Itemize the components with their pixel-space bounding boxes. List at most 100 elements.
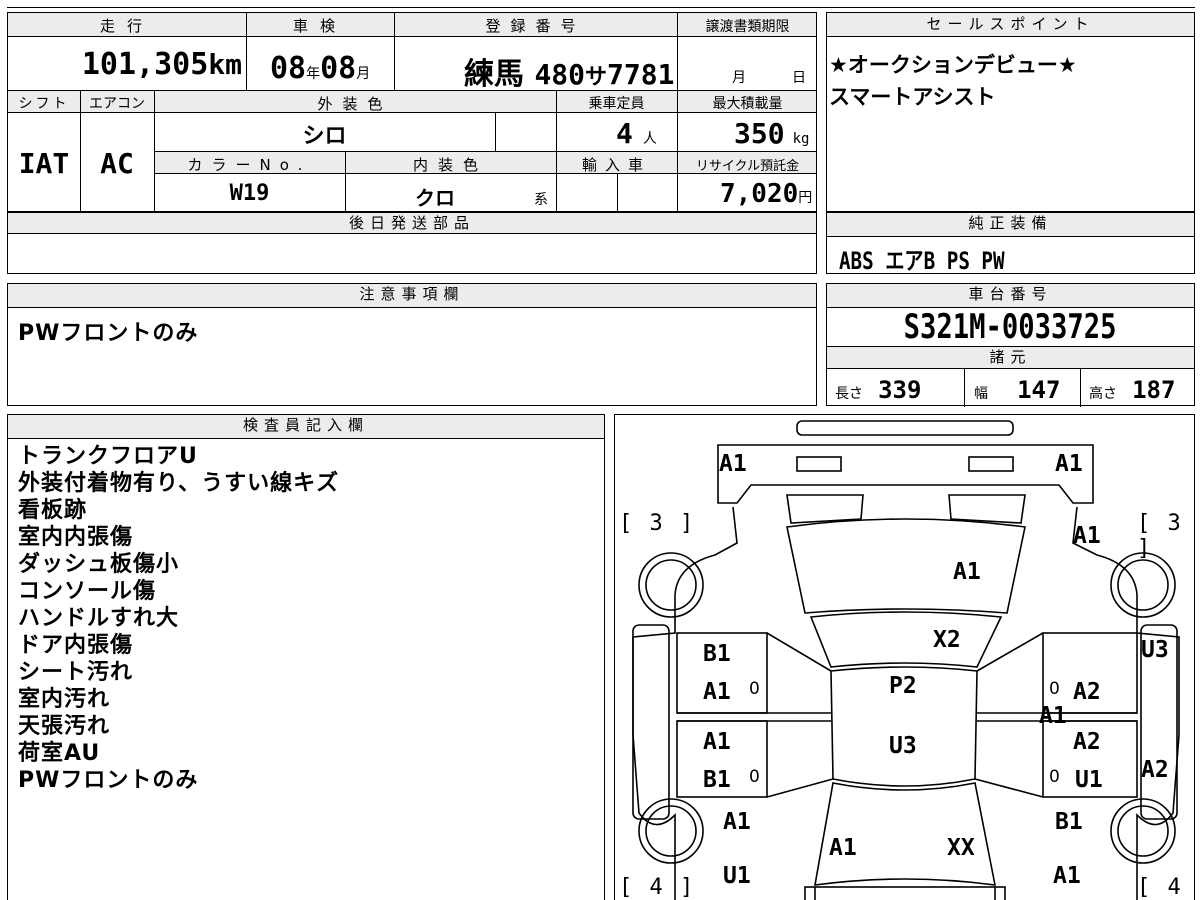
inspector-header: 検査員記入欄 — [8, 415, 604, 439]
damage-mark: A1 — [719, 451, 747, 477]
small-zero-mark: 0 — [749, 679, 760, 699]
mileage-unit: km — [208, 48, 242, 81]
max-load-value: 350 kg — [734, 117, 809, 150]
height-value: 187 — [1132, 376, 1176, 404]
spec-width: 幅 147 — [974, 376, 1060, 404]
spec-height: 高さ 187 — [1089, 376, 1175, 404]
inspector-note: 天張汚れ — [18, 714, 111, 739]
interior-color-header: 内装色 — [412, 156, 488, 174]
reg-area: 練馬 — [464, 57, 524, 92]
inspector-note: 荷室AU — [18, 741, 101, 766]
shift-value: IAT — [18, 147, 70, 180]
damage-mark: U1 — [1075, 767, 1103, 793]
small-zero-mark: 0 — [1049, 679, 1060, 699]
mileage-value: 101,305km — [8, 47, 246, 82]
damage-mark: A1 — [829, 835, 857, 861]
small-zero-mark: 0 — [749, 767, 760, 787]
recycle-fee-value: 7,020円 — [720, 179, 812, 209]
damage-mark: B1 — [1055, 809, 1083, 835]
inspector-note: 室内内張傷 — [18, 525, 134, 550]
chassis-box: 車台番号 S321M-0033725 諸元 長さ 339 幅 147 高さ 18… — [826, 283, 1195, 407]
aircon-value: AC — [100, 147, 134, 180]
recycle-fee-number: 7,020 — [720, 179, 799, 209]
damage-mark: A1 — [723, 809, 751, 835]
equipment-box: 純正装備 ABS エアB PS PW — [826, 212, 1195, 275]
spec-length: 長さ 339 — [835, 376, 921, 404]
registration-header: 登録番号 — [485, 17, 586, 35]
equipment-items: ABS エアB PS PW — [839, 247, 1005, 275]
cut-off-top — [7, 0, 1195, 8]
max-load-number: 350 — [734, 117, 785, 150]
inspection-header: 車検 — [292, 17, 347, 35]
later-parts-box: 後日発送部品 — [7, 212, 817, 274]
mileage-header: 走行 — [99, 17, 154, 35]
car-diagram-box: [ 3 ] [ 3 ] [ 4 ] [ 4 ] A1 A1 A1 A1 X2 B… — [614, 414, 1195, 900]
reg-kana: サ — [585, 65, 608, 90]
damage-mark: U1 — [723, 863, 751, 889]
later-parts-header: 後日発送部品 — [8, 213, 816, 234]
capacity-value: 4人 — [616, 117, 657, 150]
car-info-table: 走行 車検 登録番号 譲渡書類期限 101,305km 08年08月 練馬 48… — [7, 12, 817, 213]
damage-mark: XX — [947, 835, 975, 861]
sales-point-line-2: スマートアシスト — [829, 85, 996, 109]
tire-front-right-label: [ 3 ] — [1137, 511, 1183, 561]
damage-mark: U3 — [889, 733, 917, 759]
width-label: 幅 — [974, 386, 988, 402]
chassis-header: 車台番号 — [827, 284, 1194, 308]
inspector-note: ダッシュ板傷小 — [18, 552, 180, 577]
width-value: 147 — [1017, 376, 1061, 404]
equipment-header: 純正装備 — [827, 213, 1194, 237]
inspector-note: ドア内張傷 — [18, 633, 134, 658]
caution-text: PWフロントのみ — [18, 321, 199, 346]
damage-mark: X2 — [933, 627, 961, 653]
damage-mark: A2 — [1073, 729, 1101, 755]
exterior-color-value: シロ — [302, 124, 347, 149]
damage-mark: A1 — [1053, 863, 1081, 889]
damage-mark: A1 — [703, 679, 731, 705]
tire-rear-right-label: [ 4 ] — [1137, 875, 1183, 900]
transfer-deadline-header: 譲渡書類期限 — [705, 19, 790, 35]
registration-number: 練馬 480サ7781 — [464, 49, 674, 93]
color-no-value: W19 — [229, 181, 270, 206]
capacity-header: 乗車定員 — [588, 96, 645, 112]
capacity-number: 4 — [616, 117, 633, 150]
deadline-month-unit: 月 — [732, 70, 746, 86]
damage-mark: A2 — [1073, 679, 1101, 705]
recycle-fee-unit: 円 — [798, 190, 813, 206]
damage-mark: U3 — [1141, 637, 1169, 663]
small-zero-mark: 0 — [1049, 767, 1060, 787]
damage-mark: A1 — [953, 559, 981, 585]
max-load-unit: kg — [792, 131, 810, 147]
aircon-header: エアコン — [89, 96, 145, 112]
sales-points-header: セールスポイント — [827, 13, 1194, 37]
inspector-note: トランクフロアU — [18, 444, 198, 469]
damage-mark: B1 — [703, 767, 731, 793]
inspector-note: 看板跡 — [18, 498, 88, 523]
tire-front-left-label: [ 3 ] — [619, 511, 696, 536]
shift-header: シフト — [18, 96, 70, 112]
damage-mark: A1 — [1039, 703, 1067, 729]
inspection-date: 08年08月 — [270, 51, 370, 86]
inspection-month-unit: 月 — [356, 66, 371, 82]
color-no-header: カラーNo. — [187, 156, 312, 174]
deadline-day-unit: 日 — [792, 70, 806, 86]
reg-number-1: 480 — [534, 58, 586, 91]
capacity-unit: 人 — [642, 131, 657, 147]
specs-header: 諸元 — [827, 346, 1194, 369]
length-label: 長さ — [835, 386, 863, 402]
interior-color-value: クロ — [415, 186, 455, 210]
reg-number-2: 7781 — [607, 58, 675, 91]
chassis-number: S321M-0033725 — [904, 307, 1117, 347]
inspection-year: 08 — [270, 51, 307, 86]
inspection-month: 08 — [320, 51, 357, 86]
inspector-note: 外装付着物有り、うすい線キズ — [18, 471, 340, 496]
inspector-note: 室内汚れ — [18, 687, 111, 712]
inspector-note: コンソール傷 — [18, 579, 157, 604]
sales-points-box: セールスポイント ★オークションデビュー★ スマートアシスト — [826, 12, 1195, 212]
caution-header: 注意事項欄 — [8, 284, 816, 308]
damage-mark: A1 — [703, 729, 731, 755]
inspector-note: シート汚れ — [18, 660, 134, 685]
damage-mark: A1 — [1055, 451, 1083, 477]
recycle-fee-header: リサイクル預託金 — [695, 159, 800, 174]
length-value: 339 — [878, 376, 922, 404]
